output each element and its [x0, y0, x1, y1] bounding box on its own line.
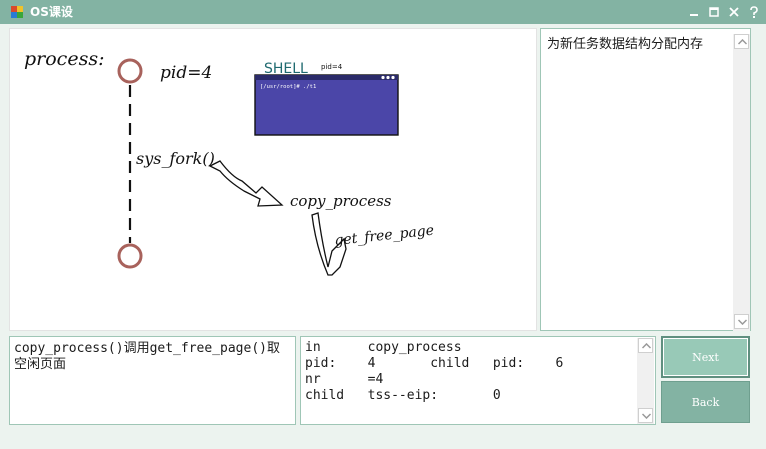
back-button[interactable]: Back [661, 381, 750, 423]
diagram-canvas: process: pid=4 sys_fork() copy_process g… [9, 28, 537, 331]
get-free-page-label: get_free_page [334, 223, 435, 249]
maximize-icon[interactable] [707, 5, 721, 19]
info-line: in copy_process [305, 340, 462, 355]
shell-titlebar [255, 75, 398, 80]
step-textbox[interactable]: copy_process()调用get_free_page()取空闲页面 [9, 336, 296, 425]
syscall-label: sys_fork() [136, 149, 215, 168]
info-line: pid: 4 child pid: 6 [305, 356, 564, 371]
chevron-up-icon [642, 343, 651, 349]
info-line: child tss--eip: 0 [305, 388, 501, 403]
title-bar: OS课设 [0, 0, 766, 24]
description-textbox[interactable]: 为新任务数据结构分配内存 [540, 28, 751, 331]
help-icon[interactable] [747, 5, 761, 19]
close-icon[interactable] [727, 5, 741, 19]
scroll-up-button[interactable] [638, 338, 653, 353]
process-diagram: process: pid=4 sys_fork() copy_process g… [24, 48, 435, 276]
info-line: nr =4 [305, 372, 384, 387]
pid-label: pid=4 [160, 63, 212, 83]
info-textbox[interactable]: in copy_process pid: 4 child pid: 6 nr =… [300, 336, 656, 425]
shell-dot-1 [381, 75, 385, 80]
process-node-top [117, 58, 143, 84]
scroll-down-button[interactable] [734, 314, 749, 329]
scroll-down-button[interactable] [638, 408, 653, 423]
next-button[interactable]: Next [661, 336, 750, 378]
minimize-icon[interactable] [687, 5, 701, 19]
window-title: OS课设 [30, 5, 73, 19]
chevron-up-icon [738, 39, 747, 45]
scroll-up-button[interactable] [734, 34, 749, 49]
description-text: 为新任务数据结构分配内存 [547, 37, 704, 52]
shell-dot-2 [386, 75, 390, 80]
copy-process-label: copy_process [290, 192, 392, 210]
process-node-bottom [117, 243, 143, 269]
info-text: in copy_process pid: 4 child pid: 6 nr =… [305, 340, 563, 404]
main-window: OS课设 process: pid=4 sys_fork() copy_proc… [0, 0, 766, 449]
info-scrollbar[interactable] [637, 338, 654, 424]
process-label: process: [24, 48, 104, 70]
app-icon [11, 6, 23, 18]
shell-pid: pid=4 [321, 63, 343, 71]
chevron-down-icon [738, 319, 747, 325]
chevron-down-icon [642, 413, 651, 419]
shell-dot-3 [391, 75, 395, 80]
description-scrollbar[interactable] [733, 34, 750, 331]
step-text: copy_process()调用get_free_page()取空闲页面 [14, 341, 280, 372]
shell-prompt: [/usr/root]# ./t1 [260, 84, 316, 90]
fork-arrow [208, 160, 284, 207]
